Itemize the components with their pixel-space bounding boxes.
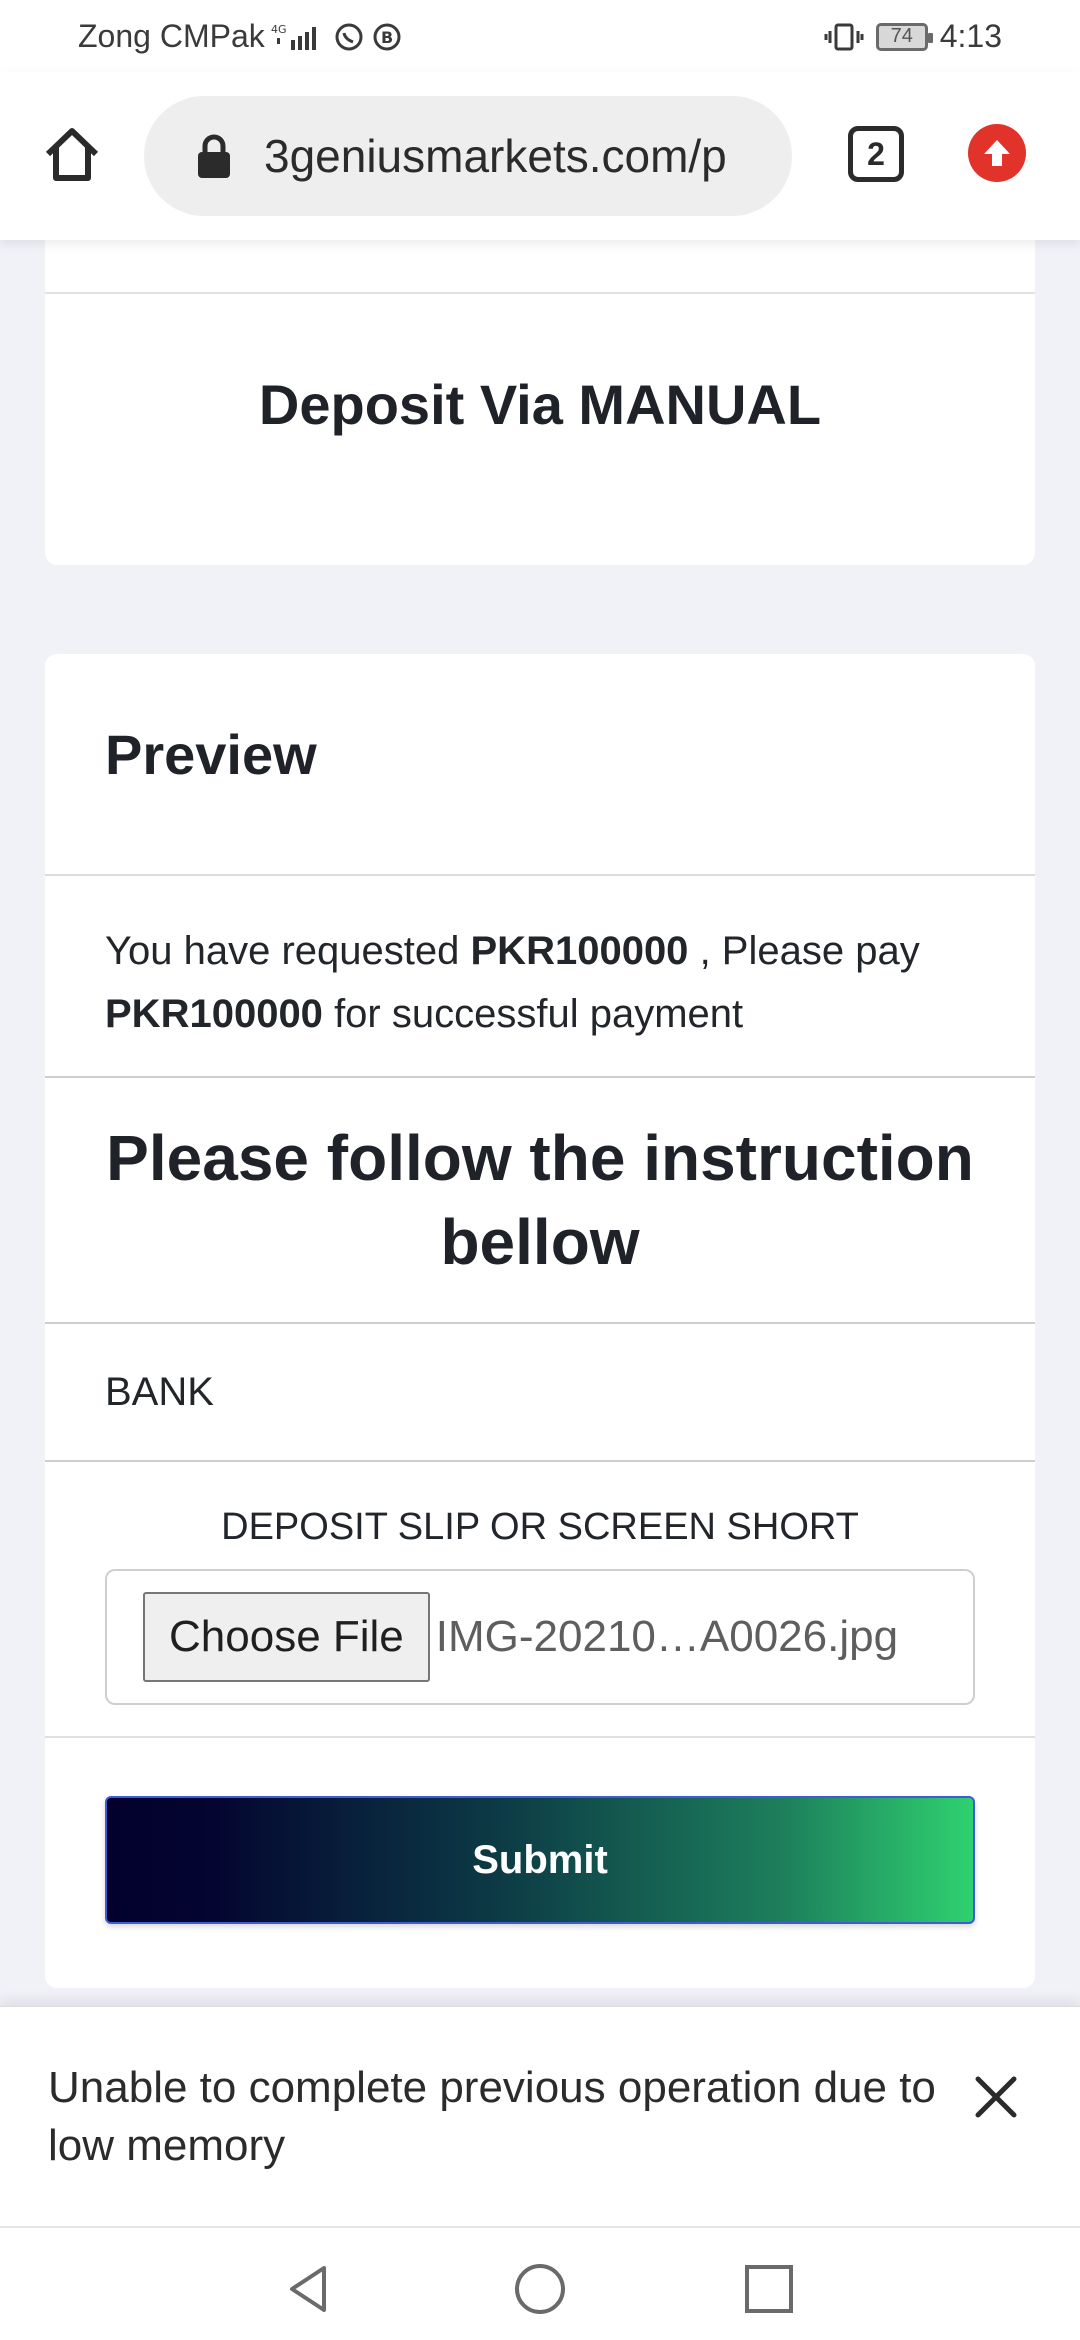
submit-button[interactable]: Submit: [105, 1796, 975, 1924]
recents-square-icon[interactable]: [742, 2262, 796, 2316]
submit-section: Submit: [45, 1738, 1035, 1924]
browser-toolbar: 3geniusmarkets.com/p 2: [0, 72, 1080, 240]
preview-heading: Preview: [105, 723, 317, 786]
instruction-heading: Please follow the instruction bellow: [106, 1122, 974, 1278]
home-circle-icon[interactable]: [513, 2262, 567, 2316]
whatsapp-icon: [333, 21, 365, 53]
page-title: Deposit Via MANUAL: [258, 373, 822, 436]
page-content: Deposit Via MANUAL Preview You have requ…: [0, 240, 1080, 2006]
network-type: 4G: [271, 23, 287, 36]
divider: [45, 292, 1035, 294]
battery-level: 74: [890, 25, 913, 47]
request-summary: You have requested PKR100000 , Please pa…: [45, 876, 1035, 1078]
home-icon[interactable]: [40, 122, 104, 186]
method-name: BANK: [105, 1369, 214, 1414]
url-text: 3geniusmarkets.com/p: [264, 130, 727, 182]
status-bar: Zong CMPak 4G B 74 4:13: [0, 0, 1080, 72]
signal-icon: 4G: [271, 22, 327, 52]
close-icon[interactable]: [970, 2071, 1022, 2123]
system-nav-bar: [0, 2226, 1080, 2340]
request-prefix: You have requested: [105, 929, 460, 973]
tab-switcher-button[interactable]: 2: [848, 126, 904, 182]
deposit-slip-section: DEPOSIT SLIP OR SCREEN SHORT Choose File…: [45, 1462, 1035, 1738]
request-suffix: for successful payment: [334, 992, 744, 1036]
status-right: 74 4:13: [824, 18, 1002, 55]
back-triangle-icon[interactable]: [282, 2262, 336, 2316]
url-bar[interactable]: 3geniusmarkets.com/p: [144, 96, 792, 216]
preview-header: Preview: [45, 654, 1035, 876]
lock-icon: [198, 134, 230, 178]
slip-label: DEPOSIT SLIP OR SCREEN SHORT: [221, 1506, 859, 1548]
battery-indicator: 74: [875, 22, 933, 51]
pay-amount: PKR100000: [105, 992, 323, 1036]
low-memory-snackbar: Unable to complete previous operation du…: [0, 2006, 1080, 2226]
deposit-header-card: Deposit Via MANUAL: [45, 240, 1035, 565]
choose-file-button[interactable]: Choose File: [143, 1592, 430, 1682]
selected-file-name: IMG-20210…A0026.jpg: [435, 1612, 899, 1661]
carrier-name: Zong CMPak: [78, 18, 265, 54]
file-input[interactable]: Choose File IMG-20210…A0026.jpg: [105, 1569, 975, 1705]
svg-text:B: B: [381, 28, 393, 47]
request-mid: , Please pay: [699, 929, 920, 973]
snackbar-message: Unable to complete previous operation du…: [48, 2063, 936, 2170]
bold-b-icon: B: [371, 21, 403, 53]
instruction-section: Please follow the instruction bellow: [45, 1078, 1035, 1324]
status-left: Zong CMPak 4G B: [78, 18, 403, 55]
clock: 4:13: [939, 18, 1002, 54]
payment-method: BANK: [45, 1324, 1035, 1462]
preview-card: Preview You have requested PKR100000 , P…: [45, 654, 1035, 1988]
vibrate-icon: [824, 21, 864, 53]
update-arrow-icon[interactable]: [968, 124, 1026, 182]
request-amount: PKR100000: [470, 929, 689, 973]
